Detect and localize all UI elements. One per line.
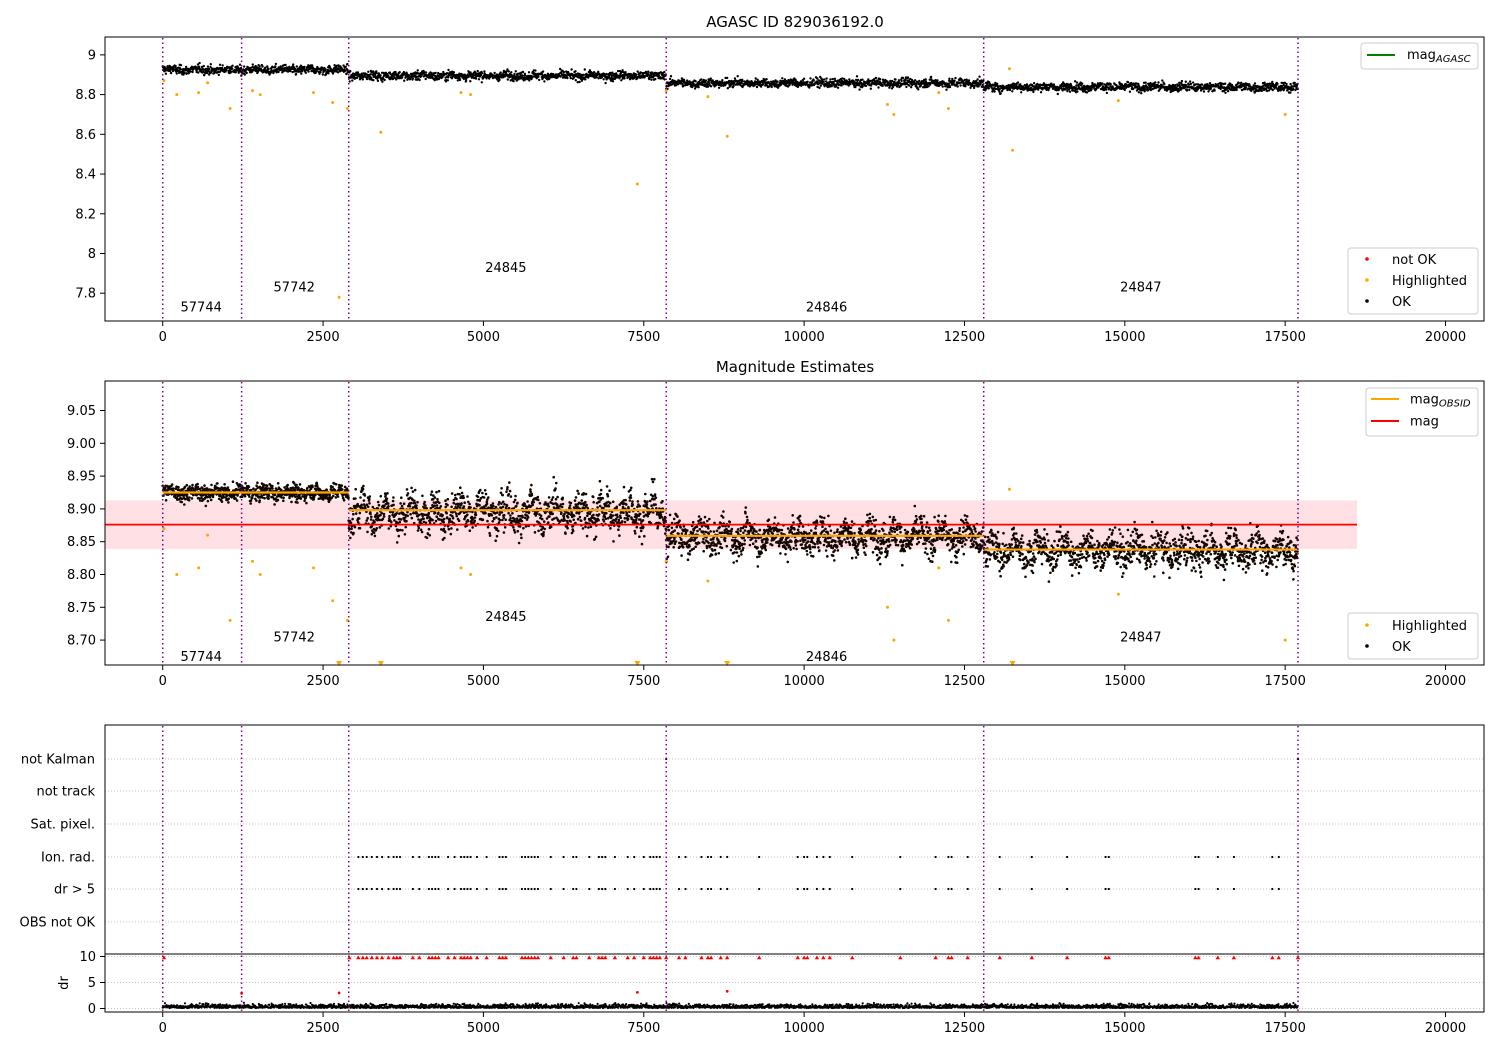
magnitude-ytick-label: 8.85 [67,535,96,550]
agasc-legend-subscript: AGASC [1435,54,1471,65]
magnitude-legend-subscript: OBSID [1439,399,1471,410]
not-kalman-points [665,757,1300,761]
flags-xtick-label: 5000 [467,1021,500,1036]
agasc-ytick-label: 8.8 [75,88,96,103]
agasc-ytick-label: 8.4 [75,168,96,183]
agasc-ytick-label: 7.8 [75,287,96,302]
agasc-legend-entry: Highlighted [1392,274,1467,289]
dr-ytick-label: 0 [88,1002,96,1017]
flags-xtick-label: 12500 [944,1021,985,1036]
magnitude-legend-marker [1365,623,1369,627]
magnitude-xtick-label: 0 [159,674,167,689]
agasc-legend-marker [1365,278,1369,282]
dr-not-ok-points [240,989,729,995]
magnitude-xtick-label: 17500 [1264,674,1305,689]
magnitude-ytick-label: 9.05 [67,404,96,419]
flag-category-label: Sat. pixel. [31,818,95,833]
magnitude-xtick-label: 5000 [467,674,500,689]
dr-clipped-markers [161,955,1301,960]
flags-panel: not Kalman not track Sat. pixel. Ion. rad. d… [20,724,1485,1037]
agasc-legend-top: magAGASC [1360,42,1479,70]
agasc-xtick-label: 17500 [1264,330,1305,345]
flag-category-label: dr > 5 [54,883,95,898]
magnitude-panel: Magnitude Estimates 57744 57742 24845 24846… [67,358,1485,689]
agasc-xtick-label: 12500 [944,330,985,345]
agasc-axes: 0 2500 5000 7500 10000 12500 15000 17500 20000 7.… [75,48,1466,345]
magnitude-obsid-label: 24846 [806,650,847,665]
agasc-obsid-label: 57742 [274,281,315,296]
agasc-legend-marker [1365,299,1369,303]
agasc-legend-marker [1365,257,1369,261]
flags-axes: not Kalman not track Sat. pixel. Ion. rad. d… [20,753,1467,1037]
magnitude-xtick-label: 15000 [1104,674,1145,689]
agasc-ok-points [161,61,1299,96]
flags-data-layer [105,726,1484,1011]
agasc-xtick-label: 15000 [1104,330,1145,345]
agasc-panel: AGASC ID 829036192.0 57744 57742 24845 2484… [75,13,1485,345]
agasc-obsid-label: 24846 [806,301,847,316]
magnitude-legend-bottom: Highlighted OK [1347,612,1479,660]
agasc-obsid-label: 57744 [181,301,222,316]
agasc-xtick-label: 0 [159,330,167,345]
flags-xtick-label: 7500 [627,1021,660,1036]
agasc-ytick-label: 9 [88,48,96,63]
dr-ok-points [161,1001,1299,1010]
magnitude-obsid-label: 57742 [274,630,315,645]
figure: AGASC ID 829036192.0 57744 57742 24845 2484… [20,13,1485,1037]
magnitude-title: Magnitude Estimates [716,358,874,376]
agasc-xtick-label: 5000 [467,330,500,345]
magnitude-legend-entry: OK [1392,640,1411,655]
magnitude-obsid-label: 24845 [485,610,526,625]
magnitude-xtick-label: 12500 [944,674,985,689]
magnitude-legend-entry: Highlighted [1392,619,1467,634]
magnitude-data-layer: 57744 57742 24845 24846 24847 [105,382,1358,666]
dr-ytick-label: 5 [88,976,96,991]
magnitude-ytick-label: 8.70 [67,634,96,649]
agasc-ytick-label: 8.6 [75,128,96,143]
agasc-highlighted-points [162,67,1287,299]
magnitude-ytick-label: 8.80 [67,568,96,583]
flags-xtick-label: 2500 [307,1021,340,1036]
magnitude-legend-label: mag [1410,415,1439,430]
magnitude-xtick-label: 7500 [627,674,660,689]
dr-axis-label: dr [57,976,72,990]
magnitude-ytick-label: 9.00 [67,437,96,452]
magnitude-ytick-label: 8.90 [67,502,96,517]
agasc-legend-entry: not OK [1392,253,1437,268]
magnitude-ytick-label: 8.75 [67,601,96,616]
magnitude-legend-top: magOBSIDmag [1365,387,1479,437]
agasc-xtick-label: 20000 [1425,330,1466,345]
flag-category-label: Ion. rad. [41,851,95,866]
agasc-obsid-label: 24845 [485,261,526,276]
magnitude-obsid-label: 57744 [181,650,222,665]
agasc-xtick-label: 10000 [783,330,824,345]
flags-xtick-label: 10000 [783,1021,824,1036]
dr-ytick-label: 10 [79,950,96,965]
agasc-ytick-label: 8 [88,247,96,262]
flags-xtick-label: 15000 [1104,1021,1145,1036]
flag-category-label: OBS not OK [20,916,96,931]
magnitude-ytick-label: 8.95 [67,470,96,485]
agasc-xtick-label: 7500 [627,330,660,345]
magnitude-xtick-label: 20000 [1425,674,1466,689]
flags-xtick-label: 20000 [1425,1021,1466,1036]
flag-category-label: not Kalman [21,753,95,768]
flags-xtick-label: 17500 [1264,1021,1305,1036]
magnitude-legend-marker [1365,644,1369,648]
magnitude-xtick-label: 2500 [307,674,340,689]
agasc-obsid-label: 24847 [1120,281,1161,296]
agasc-xtick-label: 2500 [307,330,340,345]
magnitude-xtick-label: 10000 [783,674,824,689]
agasc-legend-bottom: not OK Highlighted OK [1347,247,1479,315]
agasc-title: AGASC ID 829036192.0 [706,13,884,31]
agasc-data-layer: 57744 57742 24845 24846 24847 [161,38,1299,320]
agasc-legend-entry: OK [1392,295,1411,310]
flag-category-label: not track [36,785,95,800]
agasc-ytick-label: 8.2 [75,207,96,222]
flags-xtick-label: 0 [159,1021,167,1036]
magnitude-obsid-label: 24847 [1120,630,1161,645]
flags-axes-frame [104,724,1485,1013]
